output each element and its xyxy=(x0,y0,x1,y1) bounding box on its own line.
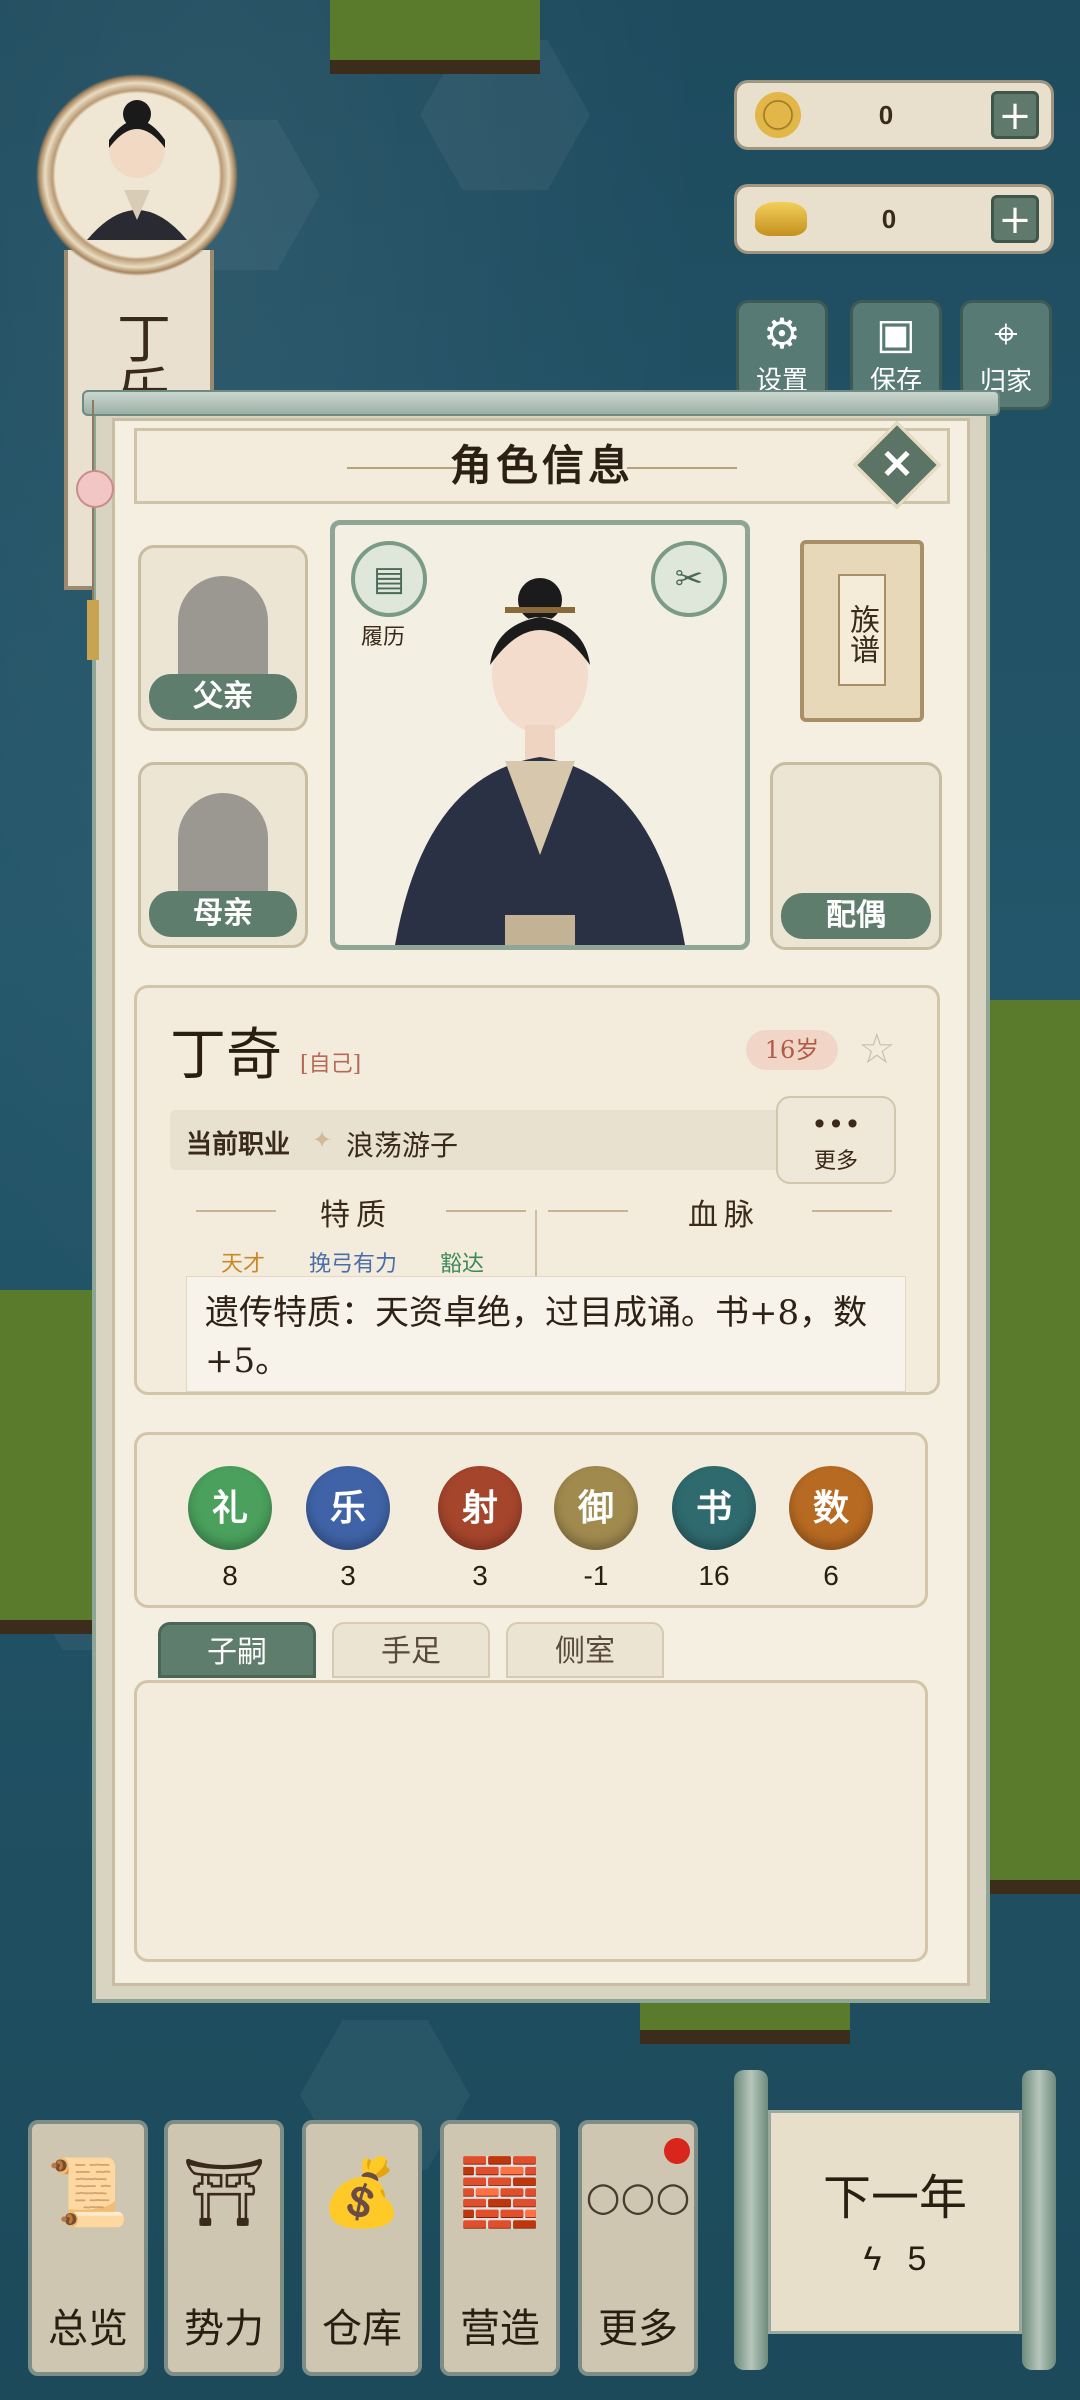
self-tag: [自己] xyxy=(300,1052,362,1077)
stat-name: 御 xyxy=(554,1466,638,1550)
scroll-handle-right xyxy=(1022,2070,1056,2370)
current-job-label: 当前职业 xyxy=(186,1130,291,1160)
close-icon: ✕ xyxy=(880,443,914,487)
location-pin-icon: ⌖ xyxy=(994,309,1018,358)
faction-button[interactable]: ⛩ 势力 xyxy=(164,2120,284,2376)
gold-ingot-icon xyxy=(755,202,807,236)
favorite-star-icon[interactable]: ☆ xyxy=(858,1024,896,1073)
more-info-button[interactable]: ••• 更多 xyxy=(776,1096,896,1184)
scroll-icon: ▤ xyxy=(372,559,406,599)
children-list xyxy=(134,1680,928,1962)
more-dots-icon: ○○○ xyxy=(585,2174,691,2220)
title-ornament-left xyxy=(347,467,457,469)
age-badge: 16岁 xyxy=(746,1030,838,1070)
stat-value: 6 xyxy=(823,1560,839,1591)
traits-heading: 特质 xyxy=(320,1198,392,1233)
traits-ornament-right xyxy=(446,1210,526,1212)
bloodline-heading: 血脉 xyxy=(688,1198,760,1233)
more-dots-icon: ••• xyxy=(811,1108,861,1141)
add-coins-button[interactable]: + xyxy=(991,91,1039,139)
map-land-tile xyxy=(0,1290,92,1634)
father-slot[interactable]: 父亲 xyxy=(138,545,308,731)
energy-counter: ϟ5 xyxy=(768,2240,1022,2279)
tab-siblings[interactable]: 手足 xyxy=(332,1622,490,1678)
bricks-trowel-icon: 🧱 xyxy=(458,2154,542,2231)
father-label: 父亲 xyxy=(149,674,297,720)
gold-ingot-counter: 0 + xyxy=(734,184,1054,254)
resume-button[interactable]: ▤ xyxy=(351,541,427,617)
customize-appearance-button[interactable]: ✂ xyxy=(651,541,727,617)
map-land-tile xyxy=(990,1000,1080,1894)
stat-calligraphy: 书 16 xyxy=(669,1466,759,1592)
mother-label: 母亲 xyxy=(149,891,297,937)
traits-ornament-left xyxy=(196,1210,276,1212)
stat-name: 射 xyxy=(438,1466,522,1550)
resume-label: 履历 xyxy=(361,625,406,650)
gear-icon: ⚙ xyxy=(763,309,801,358)
more-label: 更多 xyxy=(598,2306,678,2352)
stat-name: 乐 xyxy=(306,1466,390,1550)
panel-title: 角色信息 xyxy=(449,441,634,490)
construction-button[interactable]: 🧱 营造 xyxy=(440,2120,560,2376)
stat-value: 8 xyxy=(222,1560,238,1591)
stat-name: 数 xyxy=(789,1466,873,1550)
construction-label: 营造 xyxy=(460,2306,540,2352)
overview-label: 总览 xyxy=(48,2306,128,2352)
warehouse-label: 仓库 xyxy=(322,2306,402,2352)
stat-value: -1 xyxy=(583,1560,609,1591)
sparkle-icon: ✦ xyxy=(312,1126,333,1154)
coin-icon xyxy=(755,92,801,138)
avatar-icon xyxy=(87,100,187,240)
title-ornament-right xyxy=(627,467,737,469)
stat-value: 3 xyxy=(340,1560,356,1591)
spouse-slot[interactable]: 配偶 xyxy=(770,762,942,950)
add-ingots-button[interactable]: + xyxy=(991,195,1039,243)
stat-mathematics: 数 6 xyxy=(786,1466,876,1592)
copper-coin-counter: 0 + xyxy=(734,80,1054,150)
scroll-brush-icon: 📜 xyxy=(46,2154,130,2231)
scroll-rod xyxy=(82,390,1000,416)
warehouse-button[interactable]: 💰 仓库 xyxy=(302,2120,422,2376)
bloodline-ornament-right xyxy=(812,1210,892,1212)
map-land-tile xyxy=(330,0,540,74)
notification-dot xyxy=(664,2138,690,2164)
stat-music: 乐 3 xyxy=(303,1466,393,1592)
spouse-label: 配偶 xyxy=(781,893,931,939)
stat-name: 礼 xyxy=(188,1466,272,1550)
next-year-label: 下一年 xyxy=(822,2170,967,2226)
stat-value: 3 xyxy=(472,1560,488,1591)
bloodline-ornament-left xyxy=(548,1210,628,1212)
panel-title-bar: 角色信息 xyxy=(134,428,950,504)
plum-blossom-tassel-icon xyxy=(76,400,114,660)
player-avatar[interactable] xyxy=(32,70,242,280)
character-full-name: 丁奇 xyxy=(170,1023,282,1088)
current-job-value: 浪荡游子 xyxy=(346,1129,459,1162)
genealogy-label: 族谱 xyxy=(838,574,886,686)
stat-etiquette: 礼 8 xyxy=(185,1466,275,1592)
genealogy-book-button[interactable]: 族谱 xyxy=(800,540,924,722)
stat-archery: 射 3 xyxy=(435,1466,525,1592)
stat-charioteering: 御 -1 xyxy=(551,1466,641,1592)
scroll-handle-left xyxy=(734,2070,768,2370)
lightning-icon: ϟ xyxy=(863,2240,882,2278)
faction-label: 势力 xyxy=(184,2306,264,2352)
money-bag-icon: 💰 xyxy=(320,2154,404,2231)
trait-description-tooltip: 遗传特质：天资卓绝，过目成诵。书+8，数+5。 xyxy=(186,1276,906,1392)
scissors-comb-icon: ✂ xyxy=(674,559,704,599)
save-icon: ▣ xyxy=(876,309,916,358)
gold-ingot-value: 0 xyxy=(881,203,897,234)
energy-value: 5 xyxy=(907,2240,927,2278)
tab-concubines[interactable]: 侧室 xyxy=(506,1622,664,1678)
palace-icon: ⛩ xyxy=(182,2154,266,2231)
stat-name: 书 xyxy=(672,1466,756,1550)
character-portrait: ▤ 履历 ✂ xyxy=(330,520,750,950)
mother-slot[interactable]: 母亲 xyxy=(138,762,308,948)
overview-button[interactable]: 📜 总览 xyxy=(28,2120,148,2376)
copper-coin-value: 0 xyxy=(878,99,894,130)
stat-value: 16 xyxy=(698,1560,730,1591)
more-info-label: 更多 xyxy=(813,1149,858,1174)
tab-children[interactable]: 子嗣 xyxy=(158,1622,316,1678)
